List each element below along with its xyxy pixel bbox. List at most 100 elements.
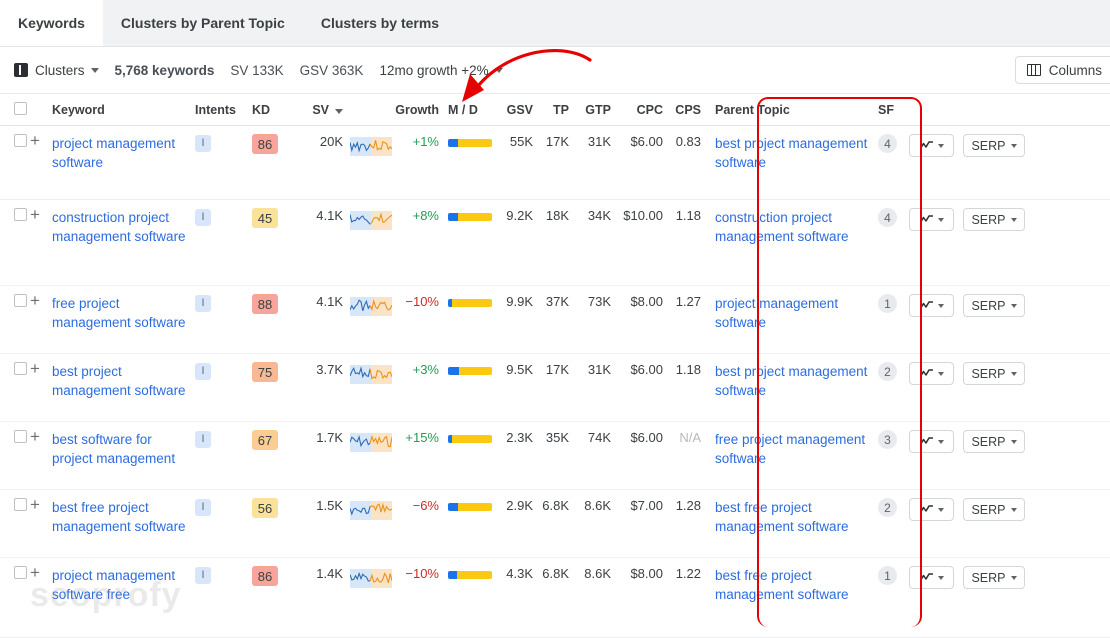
- column-header-keyword[interactable]: Keyword: [52, 103, 195, 117]
- intent-badge[interactable]: I: [195, 294, 211, 312]
- add-keyword-icon[interactable]: +: [30, 205, 40, 224]
- row-checkbox[interactable]: [14, 498, 27, 511]
- parent-topic-link[interactable]: project management software: [715, 294, 869, 332]
- table-row[interactable]: + best free project management software I 5…: [0, 490, 1110, 558]
- parent-topic-cell: best free project management software: [701, 498, 869, 536]
- serp-button[interactable]: SERP: [963, 208, 1025, 231]
- clusters-dropdown[interactable]: Clusters: [14, 63, 99, 78]
- keyword-link[interactable]: project management software: [52, 134, 195, 172]
- serp-button[interactable]: SERP: [963, 430, 1025, 453]
- column-header-gtp[interactable]: GTP: [569, 103, 611, 117]
- row-checkbox[interactable]: [14, 134, 27, 147]
- column-header-sf[interactable]: SF: [869, 103, 909, 117]
- parent-topic-link[interactable]: best project management software: [715, 362, 869, 400]
- md-cell: [439, 498, 492, 511]
- add-keyword-icon[interactable]: +: [30, 563, 40, 582]
- trend-chart-icon: [919, 573, 933, 582]
- intent-badge[interactable]: I: [195, 566, 211, 584]
- row-checkbox[interactable]: [14, 362, 27, 375]
- column-header-cpc[interactable]: CPC: [611, 103, 663, 117]
- chevron-down-icon: [1010, 575, 1017, 580]
- serp-button[interactable]: SERP: [963, 498, 1025, 521]
- serp-button[interactable]: SERP: [963, 566, 1025, 589]
- parent-topic-link[interactable]: construction project management software: [715, 208, 869, 246]
- intent-badge[interactable]: I: [195, 498, 211, 516]
- table-row[interactable]: + best software for project management I 67…: [0, 422, 1110, 490]
- keyword-cell: free project management software: [52, 294, 195, 332]
- column-header-cps[interactable]: CPS: [663, 103, 701, 117]
- kd-cell: 67: [252, 430, 298, 450]
- row-expand-cell: +: [30, 563, 52, 582]
- position-history-button[interactable]: [909, 208, 954, 231]
- serp-button-label: SERP: [971, 298, 1006, 313]
- kd-cell: 86: [252, 566, 298, 586]
- growth-cell: +8%: [391, 208, 439, 223]
- tab-clusters-by-parent-topic[interactable]: Clusters by Parent Topic: [103, 0, 303, 46]
- tab-keywords[interactable]: Keywords: [0, 0, 103, 46]
- columns-button[interactable]: Columns: [1014, 56, 1110, 84]
- position-history-button[interactable]: [909, 362, 954, 385]
- position-history-button[interactable]: [909, 498, 954, 521]
- keyword-link[interactable]: construction project management software: [52, 208, 195, 246]
- add-keyword-icon[interactable]: +: [30, 359, 40, 378]
- tab-keywords-label: Keywords: [18, 15, 85, 31]
- row-checkbox[interactable]: [14, 294, 27, 307]
- tab-clusters-by-terms[interactable]: Clusters by terms: [303, 0, 457, 46]
- row-checkbox[interactable]: [14, 208, 27, 221]
- position-history-button[interactable]: [909, 430, 954, 453]
- tp-cell: 17K: [545, 362, 569, 377]
- desktop-share-segment: [458, 367, 492, 375]
- keyword-link[interactable]: best free project management software: [52, 498, 195, 536]
- position-history-button[interactable]: [909, 566, 954, 589]
- position-history-button[interactable]: [909, 294, 954, 317]
- column-header-tp[interactable]: TP: [533, 103, 569, 117]
- serp-button[interactable]: SERP: [963, 294, 1025, 317]
- intent-badge[interactable]: I: [195, 134, 211, 152]
- add-keyword-icon[interactable]: +: [30, 427, 40, 446]
- cps-cell: 1.27: [675, 294, 701, 309]
- mobile-desktop-bar: [448, 435, 492, 443]
- growth-filter-dropdown[interactable]: 12mo growth +2%: [379, 63, 503, 78]
- keyword-link[interactable]: free project management software: [52, 294, 195, 332]
- parent-topic-link[interactable]: free project management software: [715, 430, 869, 468]
- select-all-checkbox[interactable]: [14, 101, 27, 115]
- sf-badge: 4: [878, 134, 897, 153]
- row-expand-cell: +: [30, 427, 52, 446]
- serp-button[interactable]: SERP: [963, 134, 1025, 157]
- row-checkbox[interactable]: [14, 430, 27, 443]
- column-header-growth[interactable]: Growth: [391, 103, 439, 117]
- parent-topic-link[interactable]: best project management software: [715, 134, 869, 172]
- column-header-sv[interactable]: SV: [298, 103, 343, 117]
- column-header-md[interactable]: M / D: [439, 103, 491, 117]
- intent-badge[interactable]: I: [195, 362, 211, 380]
- serp-button[interactable]: SERP: [963, 362, 1025, 385]
- table-row[interactable]: + project management software I 86 20K +1% 55K…: [0, 126, 1110, 200]
- column-header-parent-topic[interactable]: Parent Topic: [701, 103, 869, 117]
- add-keyword-icon[interactable]: +: [30, 291, 40, 310]
- column-header-intents[interactable]: Intents: [195, 103, 252, 117]
- growth-value: +3%: [412, 362, 439, 377]
- select-all-cell: [0, 101, 30, 118]
- cpc-cell: $10.00: [623, 208, 663, 223]
- intent-badge[interactable]: I: [195, 208, 211, 226]
- cpc-cell: $8.00: [630, 294, 663, 309]
- add-keyword-icon[interactable]: +: [30, 495, 40, 514]
- table-row[interactable]: + free project management software I 88 4.1K…: [0, 286, 1110, 354]
- table-row[interactable]: + construction project management softwar…: [0, 200, 1110, 286]
- parent-topic-link[interactable]: best free project management software: [715, 566, 869, 604]
- column-header-kd[interactable]: KD: [252, 103, 298, 117]
- parent-topic-link[interactable]: best free project management software: [715, 498, 869, 536]
- keyword-link[interactable]: project management software free: [52, 566, 195, 604]
- table-row[interactable]: + project management software free I 86 1.4K…: [0, 558, 1110, 638]
- row-checkbox[interactable]: [14, 566, 27, 579]
- intent-badge[interactable]: I: [195, 430, 211, 448]
- serp-button-cell: SERP: [963, 362, 1033, 385]
- column-header-gsv[interactable]: GSV: [491, 103, 533, 117]
- keyword-link[interactable]: best software for project management: [52, 430, 195, 468]
- gtp-cell: 31K: [587, 134, 611, 149]
- table-row[interactable]: + best project management software I 75 3.7K…: [0, 354, 1110, 422]
- add-keyword-icon[interactable]: +: [30, 131, 40, 150]
- keyword-link[interactable]: best project management software: [52, 362, 195, 400]
- position-history-button[interactable]: [909, 134, 954, 157]
- sv-cell: 1.7K: [316, 430, 343, 445]
